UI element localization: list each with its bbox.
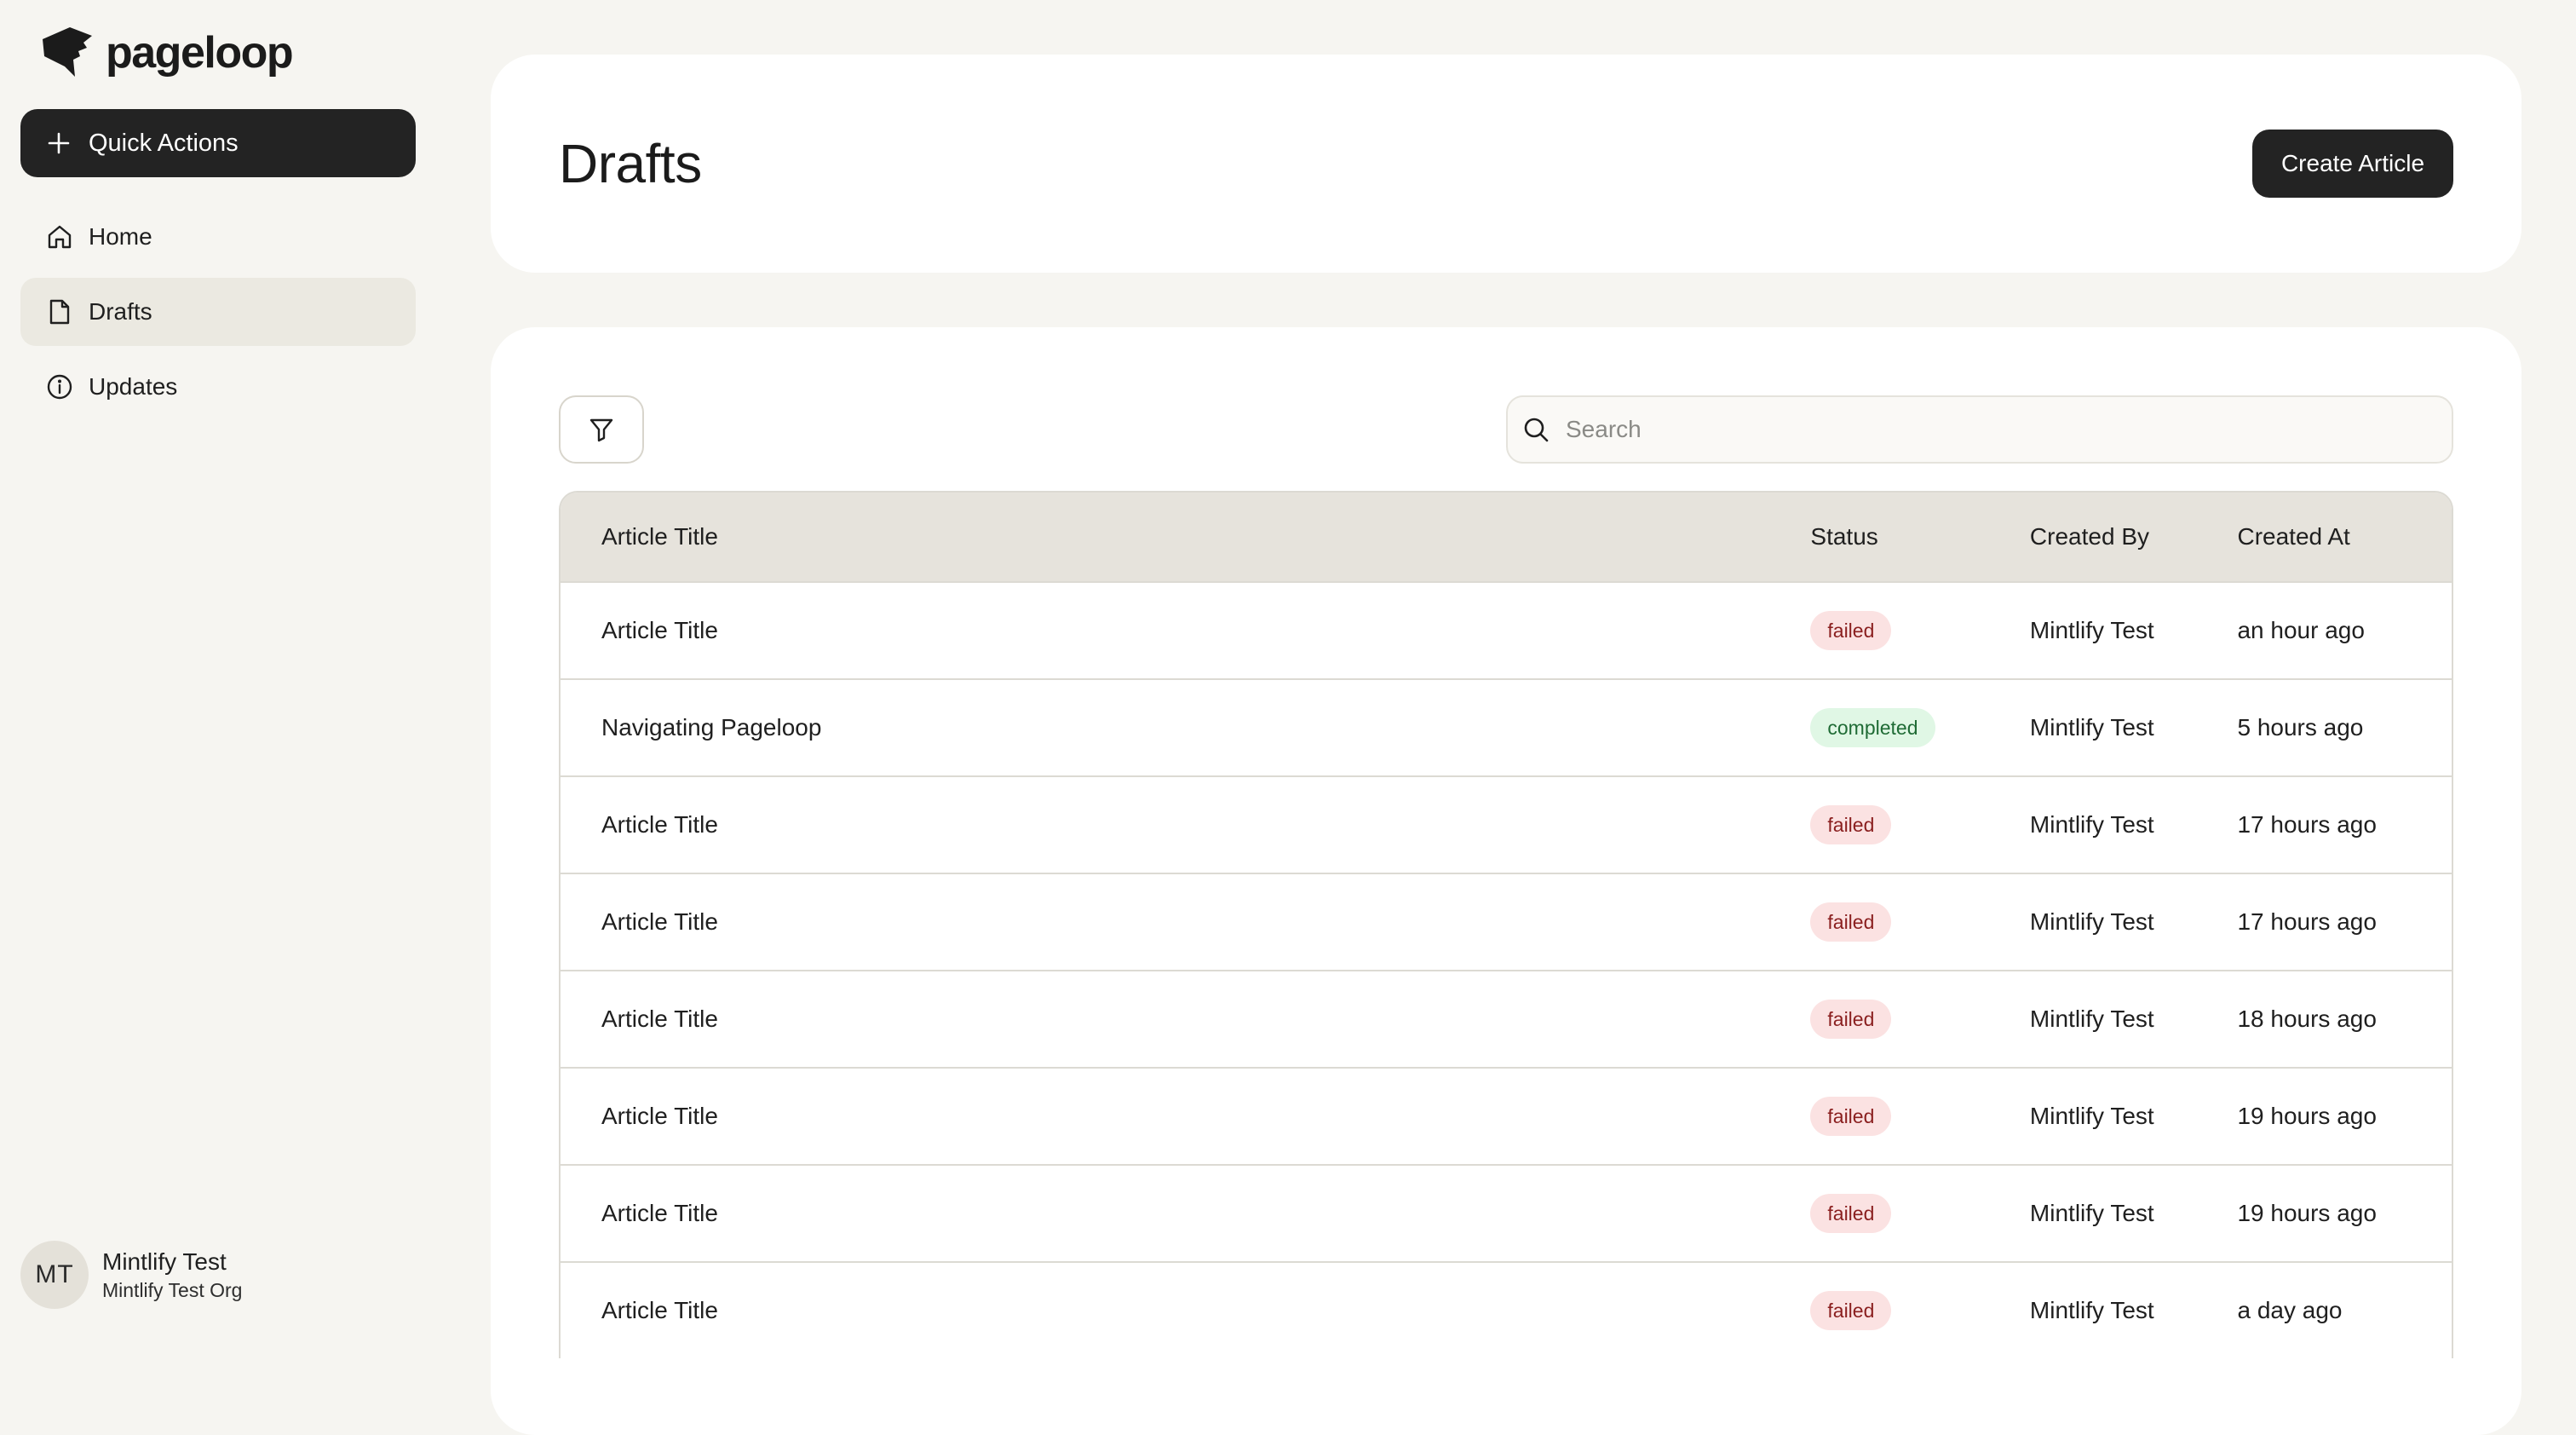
page-title: Drafts: [559, 133, 702, 194]
article-title-cell: Article Title: [601, 1297, 718, 1323]
created-at-cell: 19 hours ago: [2237, 1103, 2377, 1129]
status-badge: failed: [1810, 902, 1892, 942]
status-badge: failed: [1810, 1194, 1892, 1233]
user-info: Mintlify Test Mintlify Test Org: [102, 1247, 242, 1303]
created-by-cell: Mintlify Test: [2029, 617, 2154, 643]
table-row[interactable]: Article Title failed Mintlify Test 19 ho…: [561, 1067, 2452, 1164]
user-name: Mintlify Test: [102, 1248, 227, 1275]
sidebar-item-updates[interactable]: Updates: [20, 353, 416, 421]
table-row[interactable]: Navigating Pageloop completed Mintlify T…: [561, 678, 2452, 775]
drafts-table: Article Title Status Created By Created …: [559, 491, 2453, 1358]
article-title-cell: Article Title: [601, 908, 718, 935]
status-badge: failed: [1810, 1097, 1892, 1136]
column-header-status[interactable]: Status: [1810, 523, 2030, 550]
user-profile[interactable]: MT Mintlify Test Mintlify Test Org: [20, 1241, 242, 1309]
plus-icon: [48, 132, 70, 154]
article-title-cell: Article Title: [601, 1200, 718, 1226]
document-icon: [49, 299, 70, 325]
article-title-cell: Navigating Pageloop: [601, 714, 822, 741]
created-at-cell: a day ago: [2237, 1297, 2343, 1323]
created-at-cell: 18 hours ago: [2237, 1006, 2377, 1032]
article-title-cell: Article Title: [601, 617, 718, 643]
column-header-article-title[interactable]: Article Title: [561, 523, 1810, 550]
created-by-cell: Mintlify Test: [2029, 1006, 2154, 1032]
quick-actions-button[interactable]: Quick Actions: [20, 109, 416, 177]
created-at-cell: 19 hours ago: [2237, 1200, 2377, 1226]
created-at-cell: 17 hours ago: [2237, 908, 2377, 935]
page-header: Drafts Create Article: [491, 55, 2521, 273]
search-input[interactable]: [1564, 415, 2416, 444]
created-by-cell: Mintlify Test: [2029, 908, 2154, 935]
column-header-created-by[interactable]: Created By: [2030, 523, 2238, 550]
table-row[interactable]: Article Title failed Mintlify Test 17 ho…: [561, 873, 2452, 970]
sidebar-nav: Home Drafts Updates: [20, 203, 416, 428]
search-box[interactable]: [1506, 395, 2453, 464]
table-row[interactable]: Article Title failed Mintlify Test a day…: [561, 1261, 2452, 1358]
status-badge: failed: [1810, 611, 1892, 650]
status-badge: completed: [1810, 708, 1935, 747]
table-row[interactable]: Article Title failed Mintlify Test 18 ho…: [561, 970, 2452, 1067]
pageloop-logo-icon: [43, 27, 92, 77]
status-badge: failed: [1810, 805, 1892, 844]
created-by-cell: Mintlify Test: [2029, 1297, 2154, 1323]
home-icon: [48, 225, 72, 249]
sidebar-item-label: Drafts: [89, 298, 152, 325]
create-article-button[interactable]: Create Article: [2252, 130, 2453, 198]
article-title-cell: Article Title: [601, 1103, 718, 1129]
created-by-cell: Mintlify Test: [2029, 1200, 2154, 1226]
user-org: Mintlify Test Org: [102, 1279, 243, 1301]
article-title-cell: Article Title: [601, 1006, 718, 1032]
created-by-cell: Mintlify Test: [2029, 811, 2154, 838]
created-at-cell: 17 hours ago: [2237, 811, 2377, 838]
created-by-cell: Mintlify Test: [2029, 714, 2154, 741]
info-icon: [47, 374, 72, 400]
search-icon: [1524, 418, 1549, 442]
table-header: Article Title Status Created By Created …: [561, 493, 2452, 581]
table-row[interactable]: Article Title failed Mintlify Test an ho…: [561, 581, 2452, 678]
avatar: MT: [20, 1241, 89, 1309]
article-title-cell: Article Title: [601, 811, 718, 838]
sidebar-item-label: Home: [89, 223, 152, 250]
sidebar-item-home[interactable]: Home: [20, 203, 416, 271]
brand-name: pageloop: [106, 28, 294, 78]
sidebar-item-label: Updates: [89, 373, 178, 400]
created-at-cell: 5 hours ago: [2237, 714, 2364, 741]
status-badge: failed: [1810, 1291, 1892, 1330]
created-by-cell: Mintlify Test: [2029, 1103, 2154, 1129]
column-header-created-at[interactable]: Created At: [2237, 523, 2452, 550]
sidebar-item-drafts[interactable]: Drafts: [20, 278, 416, 346]
table-row[interactable]: Article Title failed Mintlify Test 19 ho…: [561, 1164, 2452, 1261]
filter-button[interactable]: [559, 395, 644, 464]
quick-actions-label: Quick Actions: [89, 129, 239, 157]
status-badge: failed: [1810, 1000, 1892, 1039]
sidebar: pageloop Quick Actions Home Drafts Updat…: [0, 0, 436, 1338]
drafts-table-card: Article Title Status Created By Created …: [491, 327, 2521, 1435]
table-row[interactable]: Article Title failed Mintlify Test 17 ho…: [561, 775, 2452, 873]
filter-icon: [589, 418, 613, 442]
logo[interactable]: pageloop: [41, 26, 294, 80]
created-at-cell: an hour ago: [2237, 617, 2365, 643]
